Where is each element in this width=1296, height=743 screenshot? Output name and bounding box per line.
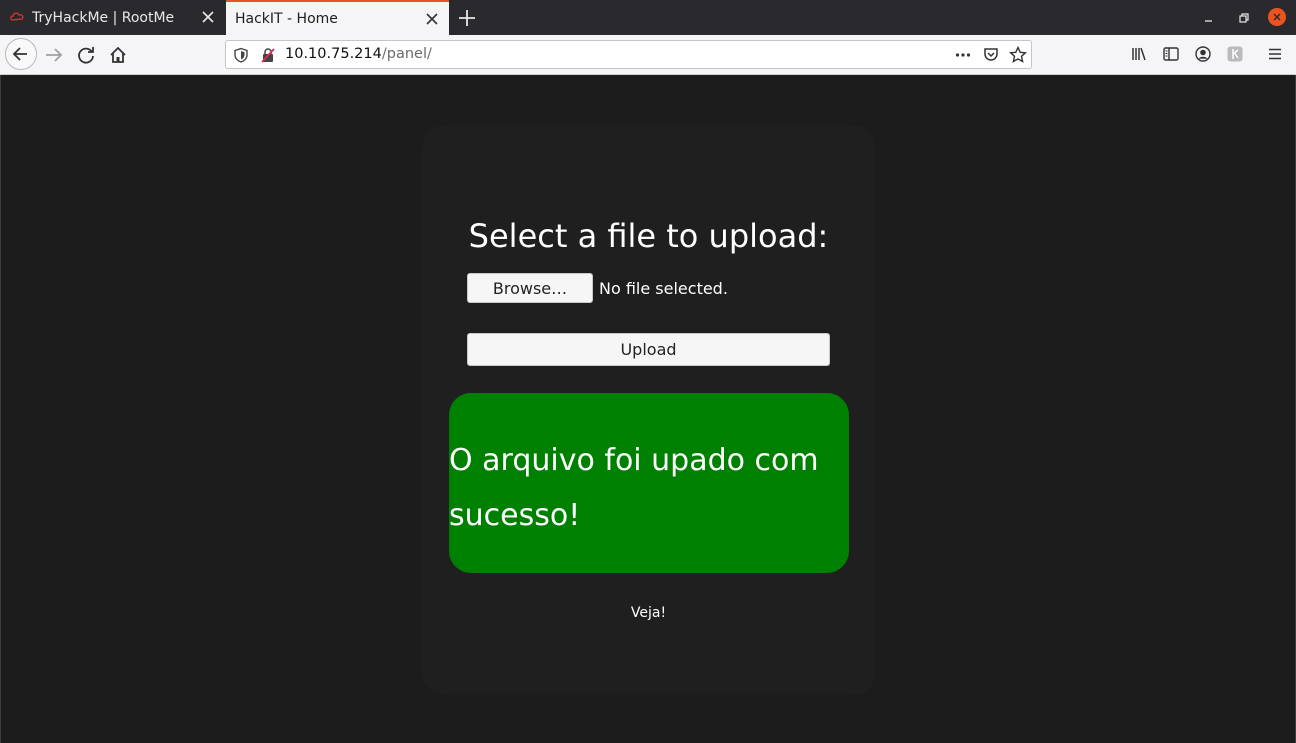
tab-tryhackme[interactable]: TryHackMe | RootMe: [0, 0, 225, 35]
close-window-button[interactable]: [1268, 8, 1286, 26]
file-status-text: No file selected.: [599, 279, 728, 298]
upload-card: Select a file to upload: Browse… No file…: [422, 125, 875, 695]
veja-link[interactable]: Veja!: [422, 605, 875, 621]
page-actions-more-icon[interactable]: [954, 46, 972, 64]
page-heading: Select a file to upload:: [468, 217, 829, 255]
tab-title: TryHackMe | RootMe: [32, 9, 175, 26]
menu-hamburger-icon[interactable]: [1266, 45, 1284, 63]
minimize-window-icon[interactable]: [1200, 9, 1218, 27]
success-message-text: O arquivo foi upado com sucesso!: [449, 443, 819, 533]
close-tab-icon[interactable]: [425, 12, 439, 26]
upload-button[interactable]: Upload: [467, 333, 830, 366]
forward-arrow-icon[interactable]: [39, 40, 69, 70]
navigation-toolbar: 10.10.75.214/panel/: [0, 35, 1296, 75]
reload-icon[interactable]: [71, 40, 101, 70]
close-window-icon: [1273, 13, 1281, 21]
library-icon[interactable]: [1130, 45, 1148, 63]
tryhackme-favicon-icon: [10, 12, 24, 21]
pocket-icon[interactable]: [982, 46, 1000, 64]
bookmark-star-icon[interactable]: [1009, 46, 1027, 64]
success-message-box: O arquivo foi upado com sucesso!: [449, 393, 849, 573]
tab-bar: TryHackMe | RootMe HackIT - Home: [0, 0, 1296, 35]
tab-hackit-home[interactable]: HackIT - Home: [226, 0, 449, 35]
back-arrow-icon: [12, 47, 27, 61]
browse-file-button[interactable]: Browse…: [467, 273, 593, 303]
back-button[interactable]: [5, 38, 37, 70]
close-tab-icon[interactable]: [201, 10, 215, 24]
sidebar-icon[interactable]: [1162, 45, 1180, 63]
new-tab-plus-icon[interactable]: [456, 7, 478, 29]
url-host: 10.10.75.214: [285, 46, 382, 62]
address-bar[interactable]: 10.10.75.214/panel/: [225, 40, 1032, 69]
home-icon[interactable]: [103, 40, 133, 70]
tracking-protection-shield-icon[interactable]: [233, 47, 249, 63]
page-viewport: Select a file to upload: Browse… No file…: [0, 75, 1296, 743]
url-text: 10.10.75.214/panel/: [285, 46, 432, 62]
url-path: /panel/: [381, 46, 432, 62]
extension-icon[interactable]: [1226, 45, 1244, 63]
restore-window-icon[interactable]: [1234, 9, 1252, 27]
tab-title: HackIT - Home: [235, 10, 338, 27]
insecure-connection-lock-icon[interactable]: [260, 47, 276, 63]
account-icon[interactable]: [1194, 45, 1212, 63]
